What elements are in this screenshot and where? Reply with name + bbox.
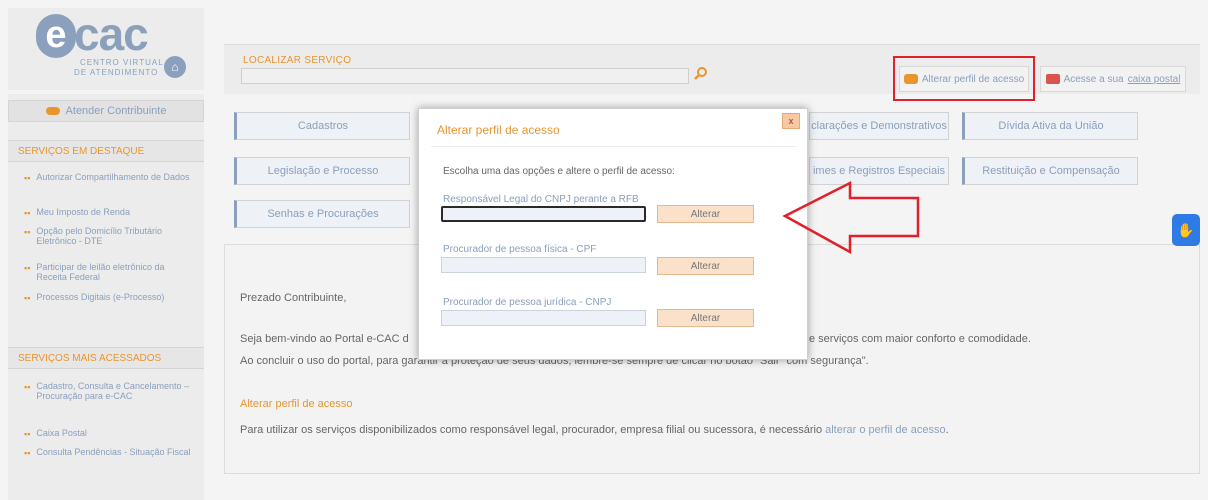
sidebar-item-label: Meu Imposto de Renda — [36, 207, 130, 217]
category-declaracoes[interactable]: clarações e Demonstrativos — [809, 112, 949, 140]
sidebar-item-label: Autorizar Compartilhamento de Dados — [36, 172, 190, 182]
sidebar-item-label: Consulta Pendências - Situação Fiscal — [36, 447, 191, 457]
welcome-line-3-prefix: Para utilizar os serviços disponibilizad… — [240, 424, 826, 436]
search-input[interactable] — [241, 68, 689, 84]
welcome-line-1: Seja bem-vindo ao Portal e-CAC d — [240, 333, 409, 345]
alterar-procurador-pf-button[interactable]: Alterar — [657, 257, 754, 275]
sidebar-item-imposto-renda[interactable]: ▪▪ Meu Imposto de Renda — [24, 207, 192, 218]
alterar-perfil-link[interactable]: alterar o perfil de acesso — [825, 424, 945, 436]
contribuinte-icon — [45, 107, 60, 115]
sidebar-item-label: Opção pelo Domicílio Tributário Eletrôni… — [36, 226, 162, 246]
bullet-icon: ▪▪ — [24, 448, 31, 458]
welcome-line-3: Para utilizar os serviços disponibilizad… — [240, 424, 949, 436]
cnpj-procurador-input[interactable] — [441, 310, 646, 326]
sidebar-item-caixa-postal[interactable]: ▪▪ Caixa Postal — [24, 428, 192, 439]
alterar-perfil-heading: Alterar perfil de acesso — [240, 398, 353, 410]
sidebar-item-compartilhamento[interactable]: ▪▪ Autorizar Compartilhamento de Dados — [24, 172, 192, 183]
caixa-postal-prefix: Acesse a sua — [1063, 73, 1124, 85]
option-label-responsavel-legal: Responsável Legal do CNPJ perante a RFB — [443, 194, 639, 205]
home-icon[interactable]: ⌂ — [164, 56, 186, 78]
logo-subtitle-1: CENTRO VIRTUAL — [80, 58, 164, 67]
mais-acessados-section-title: SERVIÇOS MAIS ACESSADOS — [8, 347, 204, 369]
welcome-title: Prezado Contribuinte, — [240, 292, 347, 304]
sidebar-item-label: Cadastro, Consulta e Cancelamento – Proc… — [36, 381, 189, 401]
welcome-line-3-suffix: . — [945, 424, 949, 436]
category-restituicao[interactable]: Restituição e Compensação — [962, 157, 1138, 185]
modal-instruction: Escolha uma das opções e altere o perfil… — [443, 166, 675, 177]
sidebar-item-dte[interactable]: ▪▪ Opção pelo Domicílio Tributário Eletrô… — [24, 226, 192, 246]
sidebar-item-label: Processos Digitais (e-Processo) — [36, 292, 165, 302]
welcome-line-1-tail: e serviços com maior conforto e comodida… — [809, 333, 1031, 345]
highlight-annotation — [893, 56, 1035, 101]
sidebar-item-procuracao[interactable]: ▪▪ Cadastro, Consulta e Cancelamento – Pr… — [24, 381, 192, 401]
logo-e: e — [36, 14, 76, 58]
category-legislacao[interactable]: Legislação e Processo — [234, 157, 410, 185]
logo-subtitle-2: DE ATENDIMENTO — [74, 68, 159, 77]
sidebar-item-e-processo[interactable]: ▪▪ Processos Digitais (e-Processo) — [24, 292, 192, 303]
bullet-icon: ▪▪ — [24, 173, 31, 183]
search-icon[interactable] — [694, 66, 710, 82]
modal-divider — [431, 146, 797, 147]
destaque-section-title: SERVIÇOS EM DESTAQUE — [8, 140, 204, 162]
mail-icon — [1045, 74, 1060, 84]
option-label-procurador-pf: Procurador de pessoa física - CPF — [443, 244, 597, 255]
alterar-procurador-pj-button[interactable]: Alterar — [657, 309, 754, 327]
category-cadastros[interactable]: Cadastros — [234, 112, 410, 140]
close-icon[interactable]: x — [782, 113, 800, 129]
sidebar-item-label: Caixa Postal — [36, 428, 87, 438]
atender-label: Atender Contribuinte — [65, 105, 167, 117]
bullet-icon: ▪▪ — [24, 263, 31, 273]
bullet-icon: ▪▪ — [24, 382, 31, 392]
arrow-annotation — [782, 180, 920, 255]
category-divida-ativa[interactable]: Dívida Ativa da União — [962, 112, 1138, 140]
bullet-icon: ▪▪ — [24, 208, 31, 218]
sidebar-item-pendencias[interactable]: ▪▪ Consulta Pendências - Situação Fiscal — [24, 447, 192, 458]
caixa-postal-link[interactable]: caixa postal — [1128, 74, 1181, 85]
alterar-responsavel-button[interactable]: Alterar — [657, 205, 754, 223]
bullet-icon: ▪▪ — [24, 293, 31, 303]
bullet-icon: ▪▪ — [24, 227, 31, 237]
atender-contribuinte-button[interactable]: Atender Contribuinte — [8, 100, 204, 122]
category-senhas[interactable]: Senhas e Procurações — [234, 200, 410, 228]
modal-title: Alterar perfil de acesso — [437, 123, 560, 137]
hand-sign-icon[interactable]: ✋ — [1172, 214, 1200, 246]
search-label: LOCALIZAR SERVIÇO — [243, 55, 352, 66]
logo-cac: cac — [74, 8, 149, 60]
sidebar-item-label: Participar de leilão eletrônico da Recei… — [36, 262, 165, 282]
sidebar-item-leilao[interactable]: ▪▪ Participar de leilão eletrônico da Rec… — [24, 262, 192, 282]
bullet-icon: ▪▪ — [24, 429, 31, 439]
option-label-procurador-pj: Procurador de pessoa jurídica - CNPJ — [443, 297, 612, 308]
caixa-postal-button[interactable]: Acesse a sua caixa postal — [1040, 66, 1186, 92]
cnpj-responsavel-input[interactable] — [441, 206, 646, 222]
cpf-procurador-input[interactable] — [441, 257, 646, 273]
